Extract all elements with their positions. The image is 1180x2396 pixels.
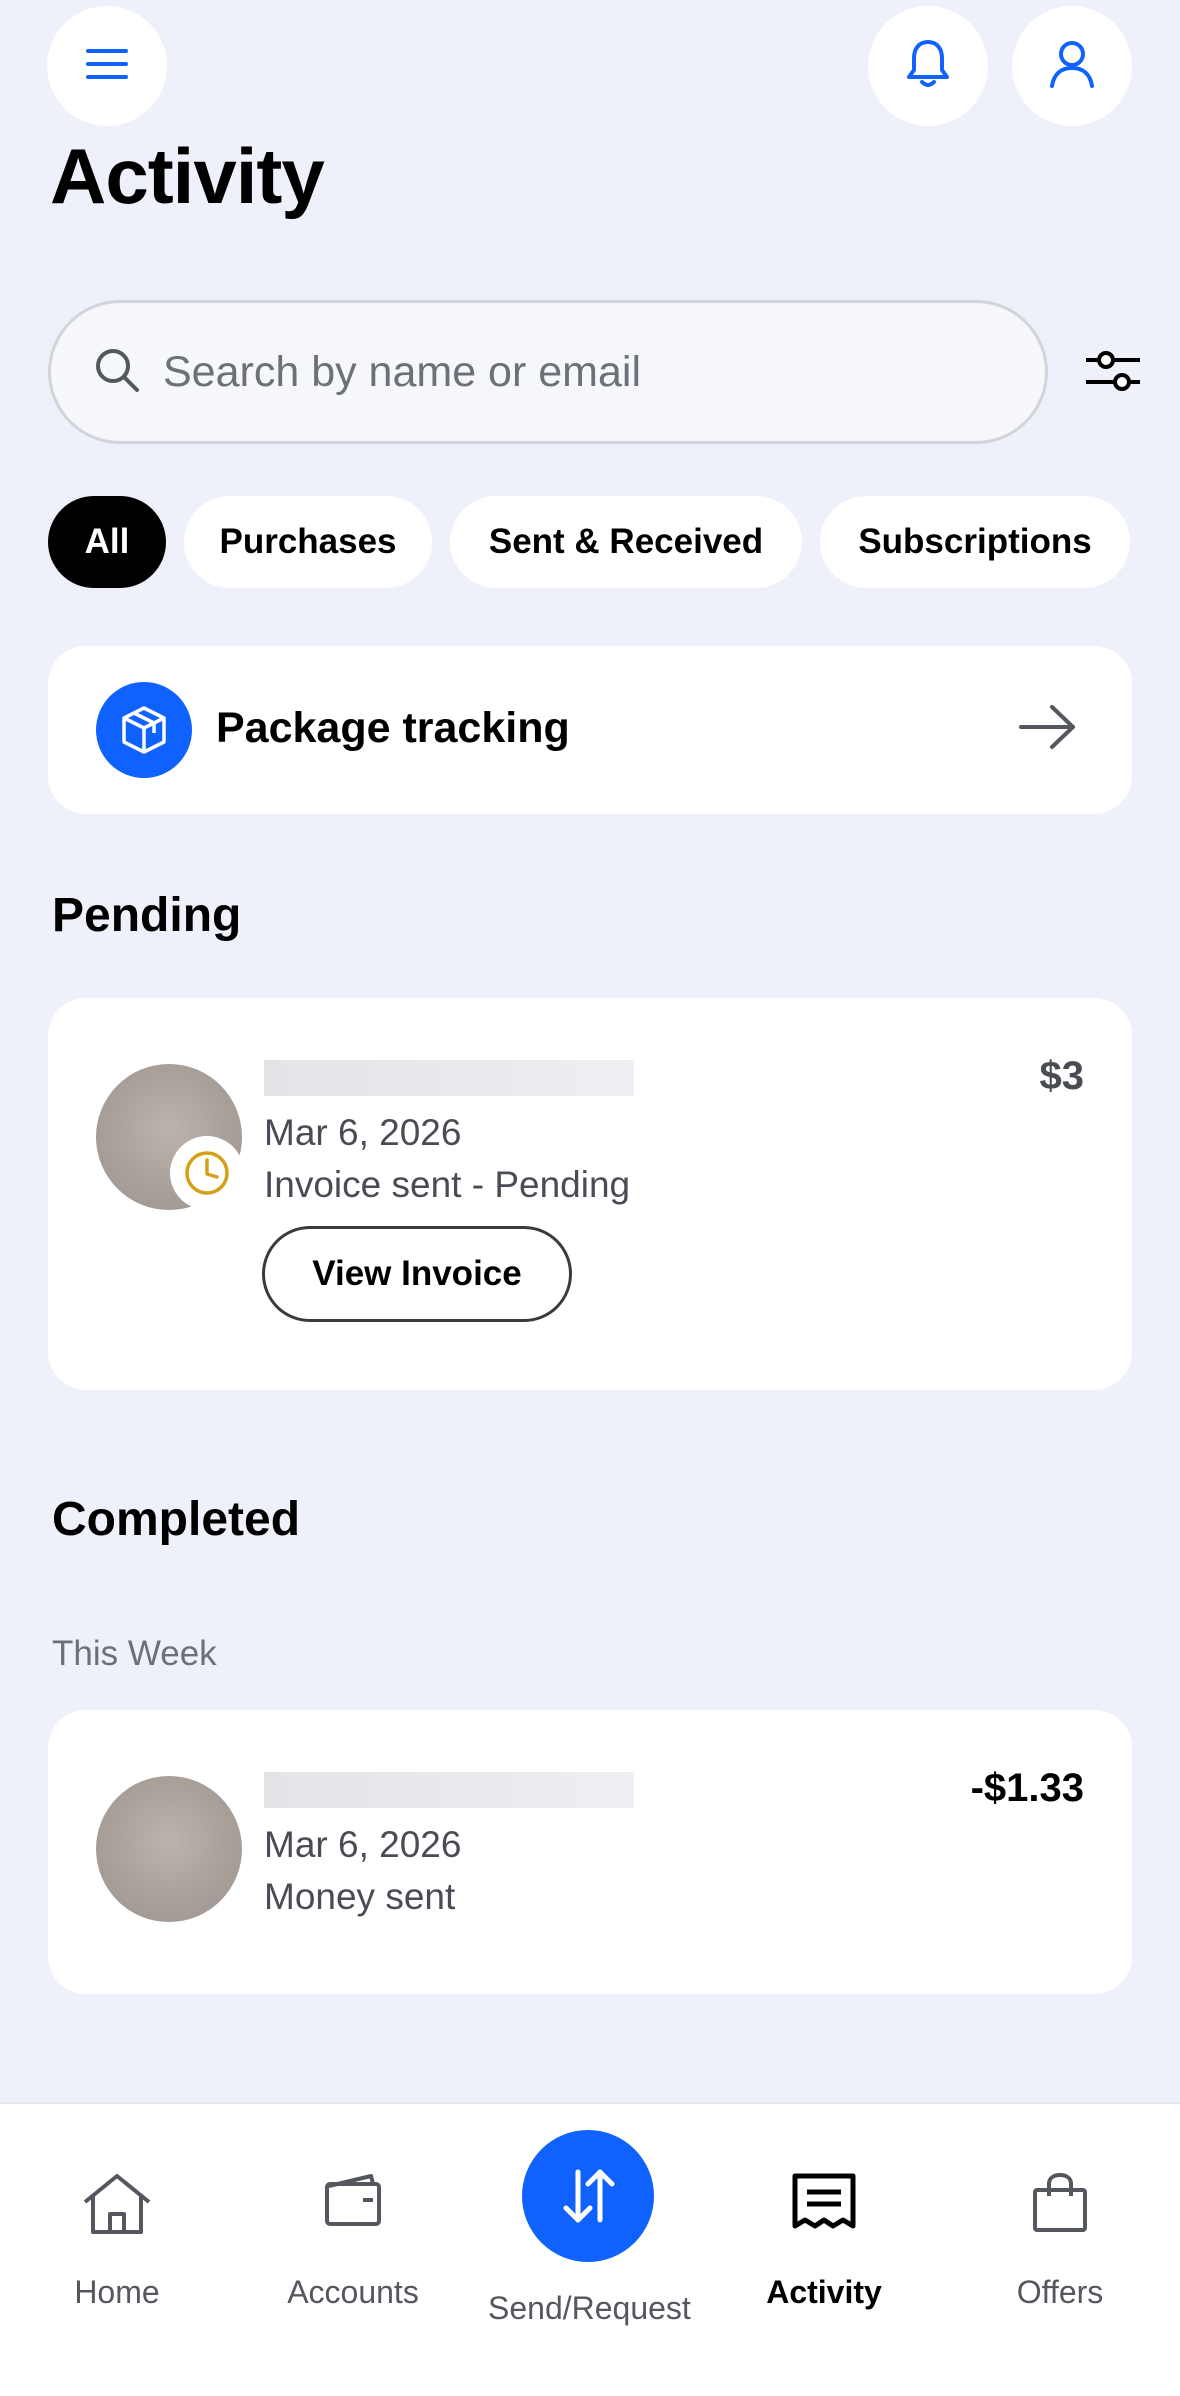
nav-offers-label: Offers bbox=[1016, 2274, 1104, 2310]
hamburger-icon bbox=[84, 46, 130, 87]
package-tracking-label: Package tracking bbox=[216, 704, 570, 752]
activity-screen: Activity All Purchases Sent & Received S… bbox=[0, 0, 1180, 2396]
view-invoice-button[interactable]: View Invoice bbox=[262, 1226, 572, 1322]
filter-chip-all[interactable]: All bbox=[48, 496, 166, 588]
transaction-status: Money sent bbox=[264, 1876, 456, 1917]
transaction-date: Mar 6, 2026 bbox=[264, 1112, 462, 1153]
pending-transaction-card[interactable]: Mar 6, 2026 Invoice sent - Pending $3 Vi… bbox=[48, 998, 1132, 1390]
pending-section-title: Pending bbox=[52, 889, 242, 942]
nav-send-request[interactable]: Send/Request bbox=[488, 2104, 691, 2396]
receipt-icon bbox=[791, 2172, 857, 2235]
page-title: Activity bbox=[50, 132, 325, 220]
filter-chip-subscriptions[interactable]: Subscriptions bbox=[820, 496, 1130, 588]
package-tracking-card[interactable]: Package tracking bbox=[48, 646, 1132, 814]
nav-activity-label: Activity bbox=[766, 2274, 882, 2310]
transaction-amount: -$1.33 bbox=[970, 1766, 1084, 1810]
user-icon bbox=[1048, 39, 1096, 94]
sliders-icon bbox=[1084, 346, 1142, 401]
wallet-icon bbox=[323, 2172, 383, 2233]
avatar bbox=[96, 1776, 242, 1922]
nav-send-request-label: Send/Request bbox=[488, 2290, 691, 2326]
search-bar[interactable] bbox=[48, 300, 1048, 444]
home-icon bbox=[81, 2172, 153, 2241]
notifications-button[interactable] bbox=[868, 6, 988, 126]
send-request-icon bbox=[522, 2130, 654, 2262]
filter-chip-purchases[interactable]: Purchases bbox=[184, 496, 432, 588]
nav-home[interactable]: Home bbox=[17, 2104, 217, 2396]
filter-chip-sent-received[interactable]: Sent & Received bbox=[450, 496, 802, 588]
clock-icon bbox=[170, 1136, 244, 1210]
bottom-navigation: Home Accounts Send/Request Activity Offe… bbox=[0, 2102, 1180, 2396]
redacted-name bbox=[264, 1772, 634, 1808]
transaction-amount: $3 bbox=[1039, 1054, 1085, 1098]
search-icon bbox=[93, 346, 141, 399]
completed-transaction-card[interactable]: Mar 6, 2026 Money sent -$1.33 bbox=[48, 1710, 1132, 1994]
nav-accounts[interactable]: Accounts bbox=[253, 2104, 453, 2396]
nav-accounts-label: Accounts bbox=[287, 2274, 419, 2310]
nav-activity[interactable]: Activity bbox=[724, 2104, 924, 2396]
filter-button[interactable] bbox=[1080, 340, 1146, 406]
transaction-status: Invoice sent - Pending bbox=[264, 1164, 631, 1205]
bell-icon bbox=[904, 38, 952, 95]
completed-section-title: Completed bbox=[52, 1493, 301, 1546]
menu-button[interactable] bbox=[47, 6, 167, 126]
transaction-date: Mar 6, 2026 bbox=[264, 1824, 462, 1865]
group-label-this-week: This Week bbox=[52, 1634, 217, 1673]
nav-home-label: Home bbox=[74, 2274, 160, 2310]
profile-button[interactable] bbox=[1012, 6, 1132, 126]
search-input[interactable] bbox=[163, 347, 983, 397]
package-icon bbox=[96, 682, 192, 778]
nav-offers[interactable]: Offers bbox=[960, 2104, 1160, 2396]
redacted-name bbox=[264, 1060, 634, 1096]
arrow-right-icon bbox=[1018, 702, 1078, 757]
shopping-bag-icon bbox=[1031, 2172, 1089, 2239]
